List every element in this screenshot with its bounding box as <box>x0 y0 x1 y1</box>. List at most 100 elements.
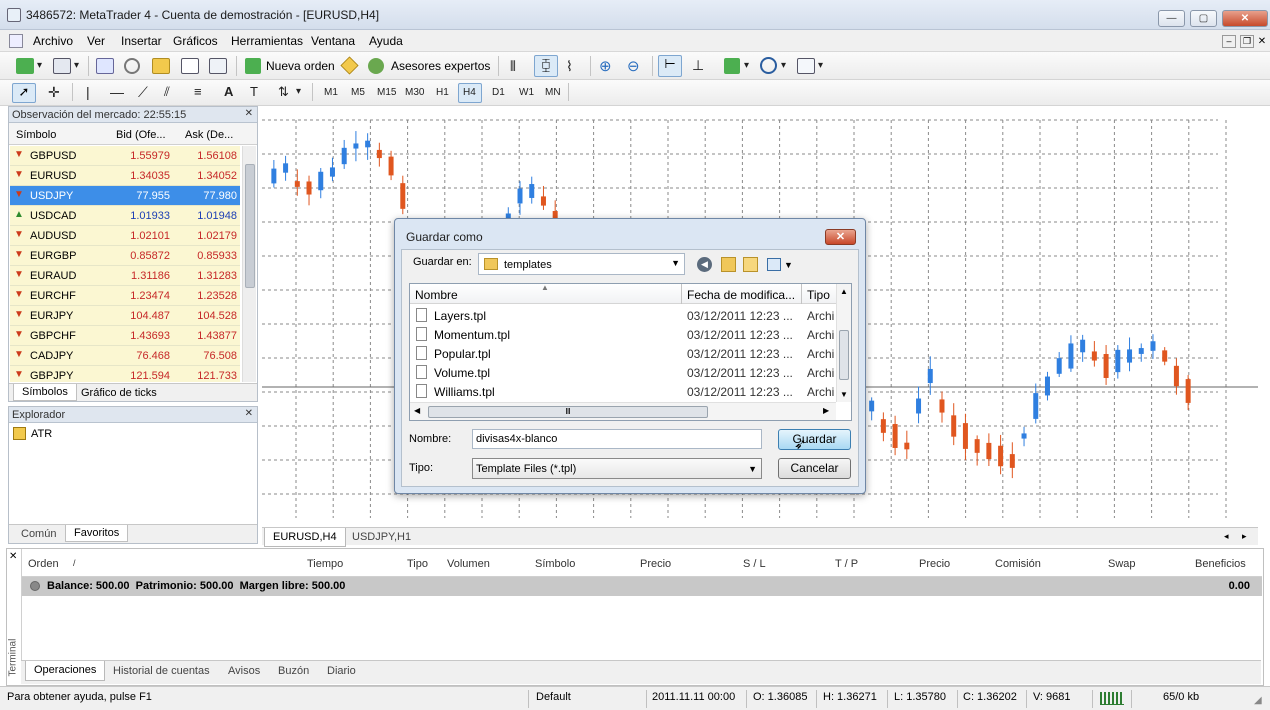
file-list-hscroll[interactable]: ◀ Ⅲ ▶ <box>410 402 836 420</box>
terminal-icon[interactable] <box>181 58 199 74</box>
tab-scroll-left-icon[interactable]: ◂ <box>1224 531 1229 542</box>
market-row-usdjpy[interactable]: ▼ USDJPY 77.955 77.980 <box>10 186 240 206</box>
scroll-right-icon[interactable]: ▶ <box>823 406 829 415</box>
close-button[interactable]: ✕ <box>1222 10 1268 27</box>
col-time[interactable]: Tiempo <box>307 558 343 570</box>
menu-ayuda[interactable]: Ayuda <box>369 34 403 48</box>
col-price-2[interactable]: Precio <box>919 558 950 570</box>
fibonacci-icon[interactable]: ≡ <box>194 84 202 99</box>
file-row[interactable]: Popular.tpl 03/12/2011 12:23 ... Archi <box>410 344 836 363</box>
resize-grip-icon[interactable]: ◢ <box>1254 695 1262 706</box>
column-header-name[interactable]: Nombre <box>415 288 458 302</box>
data-window-icon[interactable] <box>124 58 140 74</box>
timeframe-d1[interactable]: D1 <box>492 87 505 98</box>
market-row-gbpusd[interactable]: ▼ GBPUSD 1.55979 1.56108 <box>10 146 240 166</box>
balance-row[interactable]: Balance: 500.00 Patrimonio: 500.00 Marge… <box>22 577 1262 596</box>
market-row-eurgbp[interactable]: ▼ EURGBP 0.85872 0.85933 <box>10 246 240 266</box>
col-volume[interactable]: Volumen <box>447 558 490 570</box>
chevron-down-icon[interactable]: ▼ <box>748 464 757 474</box>
scroll-left-icon[interactable]: ◀ <box>414 406 420 415</box>
horizontal-line-icon[interactable]: — <box>110 84 124 100</box>
market-watch-scrollbar[interactable] <box>242 146 256 382</box>
tab-account-history[interactable]: Historial de cuentas <box>113 665 210 677</box>
line-chart-icon[interactable]: ⌇ <box>566 58 573 75</box>
metaeditor-icon[interactable] <box>340 56 359 75</box>
market-row-cadjpy[interactable]: ▼ CADJPY 76.468 76.508 <box>10 346 240 366</box>
tab-tick-chart[interactable]: Gráfico de ticks <box>81 387 157 399</box>
column-header-bid[interactable]: Bid (Ofe... <box>116 129 166 141</box>
dropdown-arrow-icon[interactable]: ▾ <box>818 60 823 71</box>
dropdown-arrow-icon[interactable]: ▾ <box>296 86 301 97</box>
tab-mailbox[interactable]: Buzón <box>278 665 309 677</box>
col-tp[interactable]: T / P <box>835 558 858 570</box>
menu-graficos[interactable]: Gráficos <box>173 34 218 48</box>
timeframe-m30[interactable]: M30 <box>405 87 424 98</box>
close-icon[interactable]: ✕ <box>245 408 253 419</box>
zoom-in-icon[interactable]: ⊕ <box>599 57 612 75</box>
status-profile[interactable]: Default <box>536 691 571 703</box>
tab-scroll-right-icon[interactable]: ▸ <box>1242 531 1247 542</box>
tab-journal[interactable]: Diario <box>327 665 356 677</box>
timeframe-m5[interactable]: M5 <box>351 87 365 98</box>
chevron-down-icon[interactable]: ▼ <box>784 260 793 270</box>
scroll-thumb[interactable]: Ⅲ <box>428 406 708 418</box>
market-row-eurusd[interactable]: ▼ EURUSD 1.34035 1.34052 <box>10 166 240 186</box>
file-row[interactable]: Momentum.tpl 03/12/2011 12:23 ... Archi <box>410 325 836 344</box>
column-header-date[interactable]: Fecha de modifica... <box>687 288 795 302</box>
menu-archivo[interactable]: Archivo <box>33 34 73 48</box>
text-icon[interactable]: A <box>224 84 233 99</box>
filename-input[interactable]: divisas4x-blanco <box>472 429 762 449</box>
chart-tab-usdjpy-h1[interactable]: USDJPY,H1 <box>352 531 411 543</box>
chart-vertical-scrollbar[interactable] <box>242 106 258 116</box>
crosshair-icon[interactable]: ✛ <box>48 84 60 101</box>
dropdown-arrow-icon[interactable]: ▾ <box>74 60 79 71</box>
market-watch-icon[interactable] <box>96 58 114 74</box>
back-icon[interactable]: ◀ <box>697 257 712 272</box>
text-label-icon[interactable]: T <box>250 84 258 99</box>
timeframe-m15[interactable]: M15 <box>377 87 396 98</box>
file-list-vscroll[interactable]: ▲ ▼ <box>836 284 851 402</box>
new-chart-icon[interactable] <box>16 58 34 74</box>
column-header-symbol[interactable]: Símbolo <box>16 129 56 141</box>
new-folder-icon[interactable] <box>743 257 758 272</box>
menu-insertar[interactable]: Insertar <box>121 34 162 48</box>
equidistant-channel-icon[interactable]: ⫽ <box>164 84 170 100</box>
scroll-thumb[interactable] <box>839 330 849 380</box>
tab-symbols[interactable]: Símbolos <box>13 384 77 401</box>
file-type-select[interactable]: Template Files (*.tpl) ▼ <box>472 458 762 479</box>
menu-ventana[interactable]: Ventana <box>311 34 355 48</box>
menu-herramientas[interactable]: Herramientas <box>231 34 303 48</box>
minimize-button[interactable]: — <box>1158 10 1185 27</box>
new-order-icon[interactable] <box>245 58 261 74</box>
bar-chart-icon[interactable]: ⫴ <box>510 58 516 75</box>
col-commission[interactable]: Comisión <box>995 558 1041 570</box>
child-minimize-button[interactable]: – <box>1222 35 1236 48</box>
market-row-gbpjpy[interactable]: ▼ GBPJPY 121.594 121.733 <box>10 366 240 382</box>
dropdown-arrow-icon[interactable]: ▾ <box>37 60 42 71</box>
view-menu-icon[interactable] <box>767 258 781 271</box>
tab-trade[interactable]: Operaciones <box>25 661 106 681</box>
timeframe-h1[interactable]: H1 <box>436 87 449 98</box>
cursor-icon[interactable]: ➚ <box>12 83 36 103</box>
column-header-type[interactable]: Tipo <box>807 288 830 302</box>
scroll-thumb[interactable] <box>245 164 255 288</box>
market-row-eurchf[interactable]: ▼ EURCHF 1.23474 1.23528 <box>10 286 240 306</box>
scroll-down-icon[interactable]: ▼ <box>840 390 848 399</box>
col-price[interactable]: Precio <box>640 558 671 570</box>
market-row-eurjpy[interactable]: ▼ EURJPY 104.487 104.528 <box>10 306 240 326</box>
terminal-close-icon[interactable]: ✕ <box>9 551 17 562</box>
indicators-icon[interactable] <box>724 58 740 74</box>
up-folder-icon[interactable] <box>721 257 736 272</box>
timeframe-mn[interactable]: MN <box>545 87 561 98</box>
col-symbol[interactable]: Símbolo <box>535 558 575 570</box>
tab-favorites[interactable]: Favoritos <box>65 525 129 542</box>
col-sl[interactable]: S / L <box>743 558 766 570</box>
chart-shift-icon[interactable]: ⊢ <box>658 55 682 77</box>
dropdown-arrow-icon[interactable]: ▾ <box>781 60 786 71</box>
dialog-close-button[interactable]: ✕ <box>825 229 856 245</box>
maximize-button[interactable]: ▢ <box>1190 10 1217 27</box>
tab-alerts[interactable]: Avisos <box>228 665 260 677</box>
chevron-down-icon[interactable]: ▼ <box>671 258 680 268</box>
child-close-button[interactable]: ✕ <box>1256 35 1268 48</box>
market-row-euraud[interactable]: ▼ EURAUD 1.31186 1.31283 <box>10 266 240 286</box>
